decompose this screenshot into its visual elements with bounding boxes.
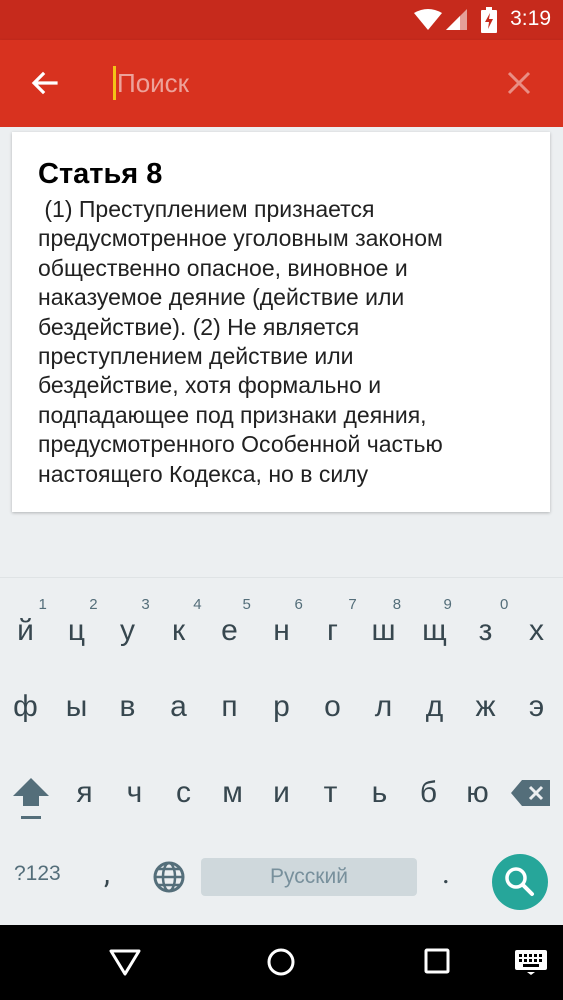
back-arrow-icon[interactable] <box>26 66 62 102</box>
clock-time: 3:19 <box>510 7 551 30</box>
period-key[interactable]: . <box>442 856 450 891</box>
search-key[interactable] <box>492 854 548 910</box>
key[interactable]: с <box>158 764 209 836</box>
space-bar[interactable]: Русский <box>201 858 417 896</box>
navigation-bar <box>0 925 563 1000</box>
key[interactable]: 2ц <box>51 588 102 674</box>
keyboard-switch-icon[interactable] <box>514 949 548 975</box>
key[interactable]: 1й <box>0 588 51 674</box>
key[interactable]: ь <box>354 764 405 836</box>
key[interactable]: а <box>153 678 204 750</box>
key[interactable]: ы <box>51 678 102 750</box>
key[interactable]: р <box>256 678 307 750</box>
key[interactable]: м <box>207 764 258 836</box>
nav-home-icon[interactable] <box>266 947 296 977</box>
nav-recents-icon[interactable] <box>423 947 451 975</box>
article-body: (1) Преступлением признается предусмотре… <box>38 196 443 487</box>
key[interactable]: б <box>403 764 454 836</box>
backspace-icon[interactable] <box>510 778 552 808</box>
shift-icon[interactable] <box>11 776 51 826</box>
article-card[interactable]: Статья 8 (1) Преступлением признается пр… <box>12 132 550 512</box>
key[interactable]: 8ш <box>358 588 409 674</box>
comma-key[interactable]: , <box>104 856 110 891</box>
text-cursor <box>113 66 116 100</box>
key[interactable]: 0з <box>460 588 511 674</box>
key[interactable]: л <box>358 678 409 750</box>
key[interactable]: п <box>204 678 255 750</box>
key[interactable]: 3у <box>102 588 153 674</box>
key[interactable]: 4к <box>153 588 204 674</box>
wifi-icon <box>414 9 442 30</box>
search-input[interactable] <box>117 62 467 104</box>
signal-icon <box>446 9 467 30</box>
key[interactable]: ж <box>460 678 511 750</box>
key[interactable]: 5е <box>204 588 255 674</box>
soft-keyboard: 1й 2ц 3у 4к 5е 6н 7г 8ш 9щ 0з х ф ы в а … <box>0 577 563 926</box>
key[interactable]: т <box>305 764 356 836</box>
search-icon <box>505 867 534 896</box>
battery-charging-icon <box>481 7 497 33</box>
key[interactable]: д <box>409 678 460 750</box>
clear-search-icon[interactable] <box>503 67 535 99</box>
nav-back-icon[interactable] <box>108 947 142 977</box>
key[interactable]: ю <box>452 764 503 836</box>
key[interactable]: 9щ <box>409 588 460 674</box>
key[interactable]: э <box>511 678 562 750</box>
key[interactable]: о <box>307 678 358 750</box>
key[interactable]: ч <box>109 764 160 836</box>
key[interactable]: я <box>59 764 110 836</box>
article-title: Статья 8 <box>38 158 163 190</box>
key[interactable]: 7г <box>307 588 358 674</box>
status-bar: 3:19 <box>0 0 563 40</box>
search-field[interactable] <box>113 62 473 104</box>
key[interactable]: 6н <box>256 588 307 674</box>
key[interactable]: х <box>511 588 562 674</box>
globe-icon[interactable] <box>152 860 186 894</box>
article-list: Статья 8 (1) Преступлением признается пр… <box>0 127 563 577</box>
symbols-key[interactable]: ?123 <box>14 862 61 886</box>
keyboard-row-4: ?123 , Русский . <box>0 834 563 914</box>
key[interactable]: в <box>102 678 153 750</box>
app-bar <box>0 40 563 127</box>
key[interactable]: ф <box>0 678 51 750</box>
key[interactable]: и <box>256 764 307 836</box>
